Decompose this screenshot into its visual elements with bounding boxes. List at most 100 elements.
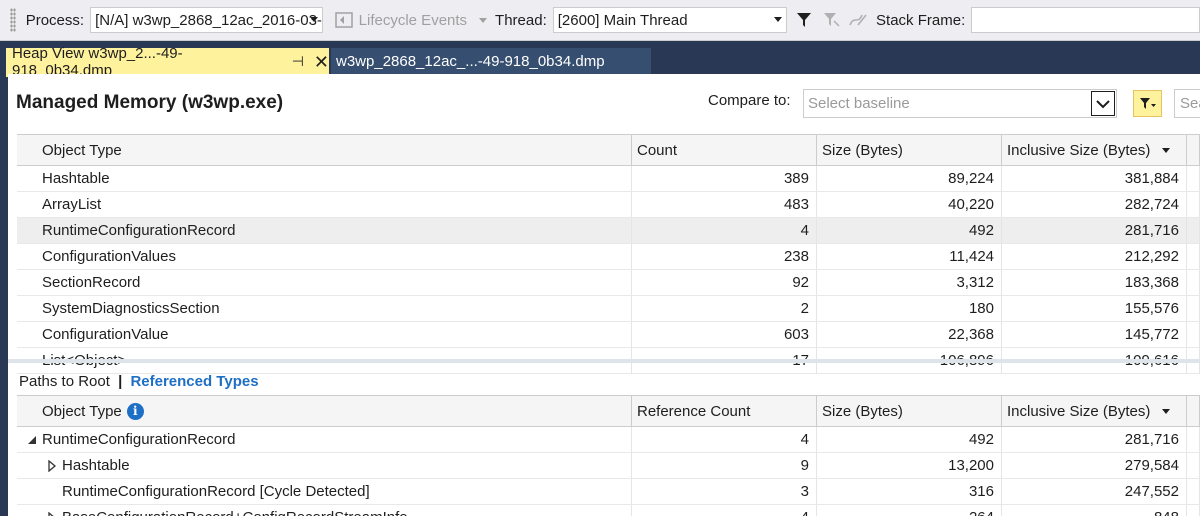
process-value: [N/A] w3wp_2868_12ac_2016-03-: [95, 11, 322, 29]
table-row[interactable]: Hashtable 389 89,224 381,884: [17, 166, 1200, 192]
row-spacer: [1187, 296, 1200, 321]
cell-size: 492: [817, 427, 1002, 452]
column-header-object-type[interactable]: Object Type: [17, 135, 632, 165]
object-type-label: RuntimeConfigurationRecord [Cycle Detect…: [62, 483, 370, 500]
cell-object-type: RuntimeConfigurationRecord: [17, 427, 632, 452]
filter-button[interactable]: [1133, 90, 1162, 117]
cell-size: 40,220: [817, 192, 1002, 217]
cell-count: 92: [632, 270, 817, 295]
cell-inclusive-size: 155,576: [1002, 296, 1187, 321]
tree-row[interactable]: RuntimeConfigurationRecord 4 492 281,716: [17, 427, 1200, 453]
column-header-object-type-label: Object Type: [42, 402, 122, 420]
cell-inclusive-size: 848: [1002, 505, 1187, 516]
column-header-inclusive-size[interactable]: Inclusive Size (Bytes): [1002, 396, 1187, 426]
sort-descending-icon: [1162, 147, 1171, 153]
process-label: Process:: [25, 11, 85, 29]
row-spacer: [1187, 479, 1200, 504]
cell-object-type: SystemDiagnosticsSection: [17, 296, 632, 321]
table-row[interactable]: ConfigurationValues 238 11,424 212,292: [17, 244, 1200, 270]
referenced-types-rows: RuntimeConfigurationRecord 4 492 281,716 Has…: [17, 427, 1200, 516]
table-row[interactable]: SectionRecord 92 3,312 183,368: [17, 270, 1200, 296]
column-header-object-type[interactable]: Object Type i: [17, 396, 632, 426]
cell-object-type: SectionRecord: [17, 270, 632, 295]
cell-inclusive-size: 279,584: [1002, 453, 1187, 478]
chevron-down-icon: [309, 17, 318, 22]
cell-reference-count: 4: [632, 427, 817, 452]
table-row[interactable]: SystemDiagnosticsSection 2 180 155,576: [17, 296, 1200, 322]
thread-label: Thread:: [495, 11, 547, 29]
cell-reference-count: 9: [632, 453, 817, 478]
cell-object-type: RuntimeConfigurationRecord [Cycle Detect…: [17, 479, 632, 504]
tab-dump-summary[interactable]: w3wp_2868_12ac_...-49-918_0b34.dmp: [331, 48, 651, 75]
collapsed-triangle-icon[interactable]: [47, 511, 62, 516]
column-header-inclusive-size-label: Inclusive Size (Bytes): [1007, 402, 1151, 420]
tab-dump-summary-label: w3wp_2868_12ac_...-49-918_0b34.dmp: [336, 53, 605, 70]
filter-threads-button[interactable]: [793, 9, 814, 31]
cell-object-type: Hashtable: [17, 166, 632, 191]
row-spacer: [1187, 505, 1200, 516]
lifecycle-events-button[interactable]: Lifecycle Events: [334, 11, 488, 29]
chevron-down-icon: [479, 17, 488, 23]
cell-inclusive-size: 281,716: [1002, 218, 1187, 243]
search-input[interactable]: Sea: [1174, 89, 1200, 118]
tree-row[interactable]: Hashtable 9 13,200 279,584: [17, 453, 1200, 479]
cell-size: 264: [817, 505, 1002, 516]
flag-threads-button[interactable]: [820, 9, 841, 31]
expanded-triangle-icon[interactable]: [27, 434, 42, 446]
grid-header: Object Type i Reference Count Size (Byte…: [17, 395, 1200, 427]
tab-referenced-types[interactable]: Referenced Types: [130, 373, 258, 390]
referenced-types-grid: Object Type i Reference Count Size (Byte…: [17, 395, 1200, 516]
row-spacer: [1187, 244, 1200, 269]
column-header-spacer: [1187, 396, 1200, 426]
table-row[interactable]: RuntimeConfigurationRecord 4 492 281,716: [17, 218, 1200, 244]
process-combo[interactable]: [N/A] w3wp_2868_12ac_2016-03-: [90, 7, 323, 33]
cell-count: 389: [632, 166, 817, 191]
cell-object-type: Hashtable: [17, 453, 632, 478]
tree-row[interactable]: BaseConfigurationRecord+ConfigRecordStre…: [17, 505, 1200, 516]
page-title: Managed Memory (w3wp.exe): [16, 92, 284, 113]
row-spacer: [1187, 166, 1200, 191]
column-header-spacer: [1187, 135, 1200, 165]
column-header-size[interactable]: Size (Bytes): [817, 135, 1002, 165]
baseline-dropdown-button[interactable]: [1091, 91, 1115, 116]
tab-paths-to-root[interactable]: Paths to Root: [19, 373, 110, 390]
flag-filter-icon: [823, 13, 840, 27]
cell-inclusive-size: 281,716: [1002, 427, 1187, 452]
cell-reference-count: 3: [632, 479, 817, 504]
cell-size: 316: [817, 479, 1002, 504]
cell-count: 2: [632, 296, 817, 321]
table-row[interactable]: ConfigurationValue 603 22,368 145,772: [17, 322, 1200, 348]
close-icon[interactable]: ✕: [314, 53, 329, 71]
tree-row[interactable]: RuntimeConfigurationRecord [Cycle Detect…: [17, 479, 1200, 505]
toolbar-grip[interactable]: [10, 8, 16, 32]
cell-inclusive-size: 282,724: [1002, 192, 1187, 217]
cell-inclusive-size: 247,552: [1002, 479, 1187, 504]
cell-inclusive-size: 212,292: [1002, 244, 1187, 269]
cell-inclusive-size: 145,772: [1002, 322, 1187, 347]
cell-size: 492: [817, 218, 1002, 243]
thread-combo[interactable]: [2600] Main Thread: [552, 7, 788, 33]
toggle-external-code-button[interactable]: [847, 9, 868, 31]
baseline-select[interactable]: Select baseline: [803, 89, 1117, 118]
column-header-size[interactable]: Size (Bytes): [817, 396, 1002, 426]
cell-size: 11,424: [817, 244, 1002, 269]
object-type-label: BaseConfigurationRecord+ConfigRecordStre…: [62, 509, 408, 516]
column-header-inclusive-size[interactable]: Inclusive Size (Bytes): [1002, 135, 1187, 165]
pin-icon[interactable]: ⊣: [292, 53, 304, 70]
cell-size: 13,200: [817, 453, 1002, 478]
lifecycle-label: Lifecycle Events: [358, 11, 468, 29]
collapsed-triangle-icon[interactable]: [47, 459, 62, 472]
info-icon[interactable]: i: [126, 402, 144, 420]
grid-header: Object Type Count Size (Bytes) Inclusive…: [17, 134, 1200, 166]
table-row[interactable]: ArrayList 483 40,220 282,724: [17, 192, 1200, 218]
stack-frame-combo[interactable]: [971, 7, 1200, 33]
filter-icon: [796, 13, 811, 27]
column-header-inclusive-size-label: Inclusive Size (Bytes): [1007, 141, 1151, 159]
column-header-count[interactable]: Count: [632, 135, 817, 165]
search-placeholder: Sea: [1180, 95, 1200, 112]
pane-splitter[interactable]: [8, 359, 1200, 363]
tab-heap-view[interactable]: Heap View w3wp_2...-49-918_0b34.dmp ⊣ ✕: [6, 45, 329, 79]
debug-toolbar: Process: [N/A] w3wp_2868_12ac_2016-03- L…: [0, 0, 1200, 41]
row-spacer: [1187, 192, 1200, 217]
column-header-reference-count[interactable]: Reference Count: [632, 396, 817, 426]
